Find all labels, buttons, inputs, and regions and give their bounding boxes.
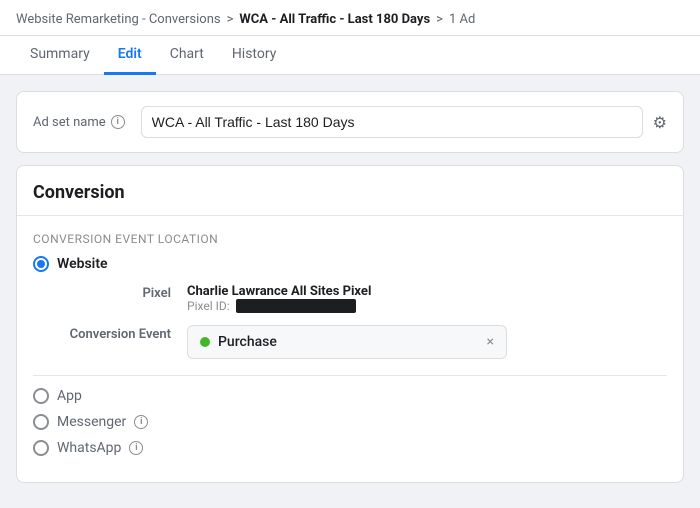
radio-circle-website: [33, 256, 49, 272]
other-options: App Messenger i WhatsApp i: [33, 375, 667, 456]
pixel-id-label: Pixel ID:: [187, 299, 230, 313]
radio-whatsapp[interactable]: WhatsApp i: [33, 440, 667, 456]
pixel-id-redacted: [236, 299, 356, 313]
whatsapp-info-icon[interactable]: i: [129, 441, 143, 455]
radio-messenger[interactable]: Messenger i: [33, 414, 667, 430]
radio-label-app: App: [57, 388, 82, 404]
event-location-label: Conversion Event Location: [33, 232, 667, 246]
conversion-card: Conversion Conversion Event Location Web…: [16, 165, 684, 483]
radio-circle-app: [33, 388, 49, 404]
gear-icon[interactable]: ⚙: [653, 113, 667, 132]
radio-label-whatsapp: WhatsApp: [57, 440, 121, 456]
pixel-row: Pixel Charlie Lawrance All Sites Pixel P…: [57, 284, 667, 313]
radio-label-website: Website: [57, 256, 108, 272]
radio-app[interactable]: App: [33, 388, 667, 404]
tab-summary[interactable]: Summary: [16, 36, 104, 75]
tab-bar: Summary Edit Chart History: [0, 36, 700, 75]
conversion-event-value: Purchase: [218, 334, 471, 350]
adset-name-input[interactable]: [141, 106, 643, 138]
radio-label-messenger: Messenger: [57, 414, 126, 430]
tab-history[interactable]: History: [218, 36, 291, 75]
close-icon[interactable]: ×: [487, 334, 494, 350]
messenger-info-icon[interactable]: i: [134, 415, 148, 429]
pixel-section: Pixel Charlie Lawrance All Sites Pixel P…: [33, 284, 667, 359]
tab-chart[interactable]: Chart: [156, 36, 218, 75]
radio-circle-messenger: [33, 414, 49, 430]
breadcrumb-sep-2: >: [436, 12, 443, 27]
breadcrumb-item-1[interactable]: Website Remarketing - Conversions: [16, 12, 221, 27]
radio-circle-whatsapp: [33, 440, 49, 456]
main-content: Ad set name i ⚙ Conversion Conversion Ev…: [0, 75, 700, 499]
adset-name-card: Ad set name i ⚙: [16, 91, 684, 153]
tab-edit[interactable]: Edit: [104, 36, 156, 75]
pixel-id-row: Pixel ID:: [187, 299, 371, 313]
conversion-event-box[interactable]: Purchase ×: [187, 325, 507, 359]
radio-website[interactable]: Website: [33, 256, 667, 272]
breadcrumb-sep-1: >: [227, 12, 234, 27]
adset-name-info-icon[interactable]: i: [111, 115, 125, 129]
pixel-name: Charlie Lawrance All Sites Pixel: [187, 284, 371, 299]
adset-name-row: Ad set name i ⚙: [17, 92, 683, 152]
conversion-body: Conversion Event Location Website Pixel …: [17, 216, 683, 482]
green-status-dot: [200, 337, 210, 347]
breadcrumb-item-2[interactable]: WCA - All Traffic - Last 180 Days: [239, 12, 430, 27]
breadcrumb-item-3[interactable]: 1 Ad: [449, 12, 475, 27]
breadcrumb: Website Remarketing - Conversions > WCA …: [0, 0, 700, 36]
adset-name-label: Ad set name i: [33, 115, 125, 130]
pixel-info: Charlie Lawrance All Sites Pixel Pixel I…: [187, 284, 371, 313]
conversion-event-label: Conversion Event: [57, 325, 187, 342]
pixel-row-label: Pixel: [57, 284, 187, 301]
conversion-event-row: Conversion Event Purchase ×: [57, 325, 667, 359]
conversion-title: Conversion: [17, 166, 683, 216]
